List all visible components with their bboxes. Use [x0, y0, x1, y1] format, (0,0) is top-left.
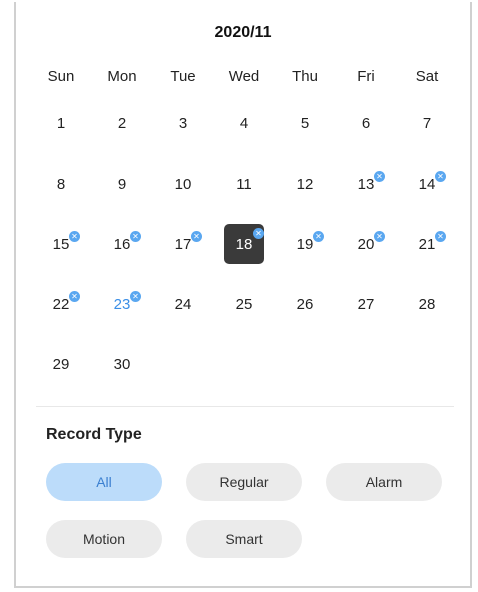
calendar-day-label: 21 [418, 235, 436, 253]
record-dot-icon: ✕ [69, 291, 80, 302]
calendar-day-label: 28 [418, 295, 436, 313]
calendar-day[interactable]: 18 ✕ [224, 224, 264, 264]
calendar-day-label: 20 [357, 235, 375, 253]
calendar-day-label: 5 [300, 114, 310, 132]
calendar-day[interactable]: 13 ✕ [346, 164, 386, 204]
calendar-day-label: 12 [296, 175, 314, 193]
calendar-day[interactable]: 27 [346, 284, 386, 324]
calendar-day[interactable]: 22 ✕ [41, 284, 81, 324]
calendar-day[interactable]: 23 ✕ [102, 284, 142, 324]
calendar-day[interactable]: 2 [102, 103, 142, 143]
calendar-day-label: 18 [235, 235, 253, 253]
record-dot-icon: ✕ [374, 231, 385, 242]
record-dot-icon: ✕ [313, 231, 324, 242]
calendar-day[interactable]: 9 [102, 164, 142, 204]
calendar-day-label: 15 [52, 235, 70, 253]
record-dot-icon: ✕ [191, 231, 202, 242]
calendar-day[interactable]: 15 ✕ [41, 224, 81, 264]
record-dot-icon: ✕ [435, 171, 446, 182]
record-dot-icon: ✕ [374, 171, 385, 182]
calendar-day-label: 3 [178, 114, 188, 132]
record-type-chip-all[interactable]: All [46, 463, 162, 501]
record-dot-icon: ✕ [130, 231, 141, 242]
calendar-day-label: 27 [357, 295, 375, 313]
calendar-day[interactable]: 4 [224, 103, 264, 143]
calendar-day[interactable]: 25 [224, 284, 264, 324]
calendar-day-label: 25 [235, 295, 253, 313]
calendar-day-label: 24 [174, 295, 192, 313]
calendar-day-label: 22 [52, 295, 70, 313]
calendar-day[interactable]: 1 [41, 103, 81, 143]
calendar-day-label: 19 [296, 235, 314, 253]
calendar-day-label: 4 [239, 114, 249, 132]
calendar-day-label: 13 [357, 175, 375, 193]
calendar-day[interactable]: 3 [163, 103, 203, 143]
calendar-day-label: 14 [418, 175, 436, 193]
calendar-day[interactable]: 6 [346, 103, 386, 143]
calendar-day[interactable]: 10 [163, 164, 203, 204]
calendar-day-label: 10 [174, 175, 192, 193]
record-type-title: Record Type [46, 426, 142, 443]
record-type-chip-smart[interactable]: Smart [186, 520, 302, 558]
calendar-day[interactable]: 7 [407, 103, 447, 143]
calendar-day[interactable]: 21 ✕ [407, 224, 447, 264]
calendar-day[interactable]: 14 ✕ [407, 164, 447, 204]
calendar-day-label: 16 [113, 235, 131, 253]
calendar-day-label: 29 [52, 355, 70, 373]
calendar-day[interactable]: 24 [163, 284, 203, 324]
calendar-day-label: 8 [56, 175, 66, 193]
calendar-day-label: 1 [56, 114, 66, 132]
record-type-chip-regular[interactable]: Regular [186, 463, 302, 501]
calendar-day[interactable]: 5 [285, 103, 325, 143]
calendar-day-label: 23 [113, 295, 131, 313]
calendar-day-label: 6 [361, 114, 371, 132]
calendar-panel: 2020/11 Sun Mon Tue Wed Thu Fri Sat 1234… [14, 2, 472, 588]
record-type-chip-motion[interactable]: Motion [46, 520, 162, 558]
calendar-day[interactable]: 16 ✕ [102, 224, 142, 264]
calendar-day-label: 7 [422, 114, 432, 132]
calendar-day-label: 17 [174, 235, 192, 253]
calendar-day[interactable]: 8 [41, 164, 81, 204]
calendar-day[interactable]: 19 ✕ [285, 224, 325, 264]
calendar-day[interactable]: 29 [41, 344, 81, 384]
section-divider [36, 406, 454, 407]
calendar-day-label: 2 [117, 114, 127, 132]
calendar-day-label: 30 [113, 355, 131, 373]
record-dot-icon: ✕ [130, 291, 141, 302]
calendar-day[interactable]: 28 [407, 284, 447, 324]
record-dot-icon: ✕ [435, 231, 446, 242]
calendar-day-label: 9 [117, 175, 127, 193]
calendar-day[interactable]: 26 [285, 284, 325, 324]
calendar-day[interactable]: 17 ✕ [163, 224, 203, 264]
calendar-day[interactable]: 11 [224, 164, 264, 204]
calendar-day[interactable]: 12 [285, 164, 325, 204]
calendar-day-label: 11 [236, 175, 252, 193]
record-type-chip-alarm[interactable]: Alarm [326, 463, 442, 501]
record-dot-icon: ✕ [69, 231, 80, 242]
calendar-day[interactable]: 20 ✕ [346, 224, 386, 264]
record-dot-icon: ✕ [253, 228, 264, 239]
calendar-day[interactable]: 30 [102, 344, 142, 384]
calendar-day-label: 26 [296, 295, 314, 313]
